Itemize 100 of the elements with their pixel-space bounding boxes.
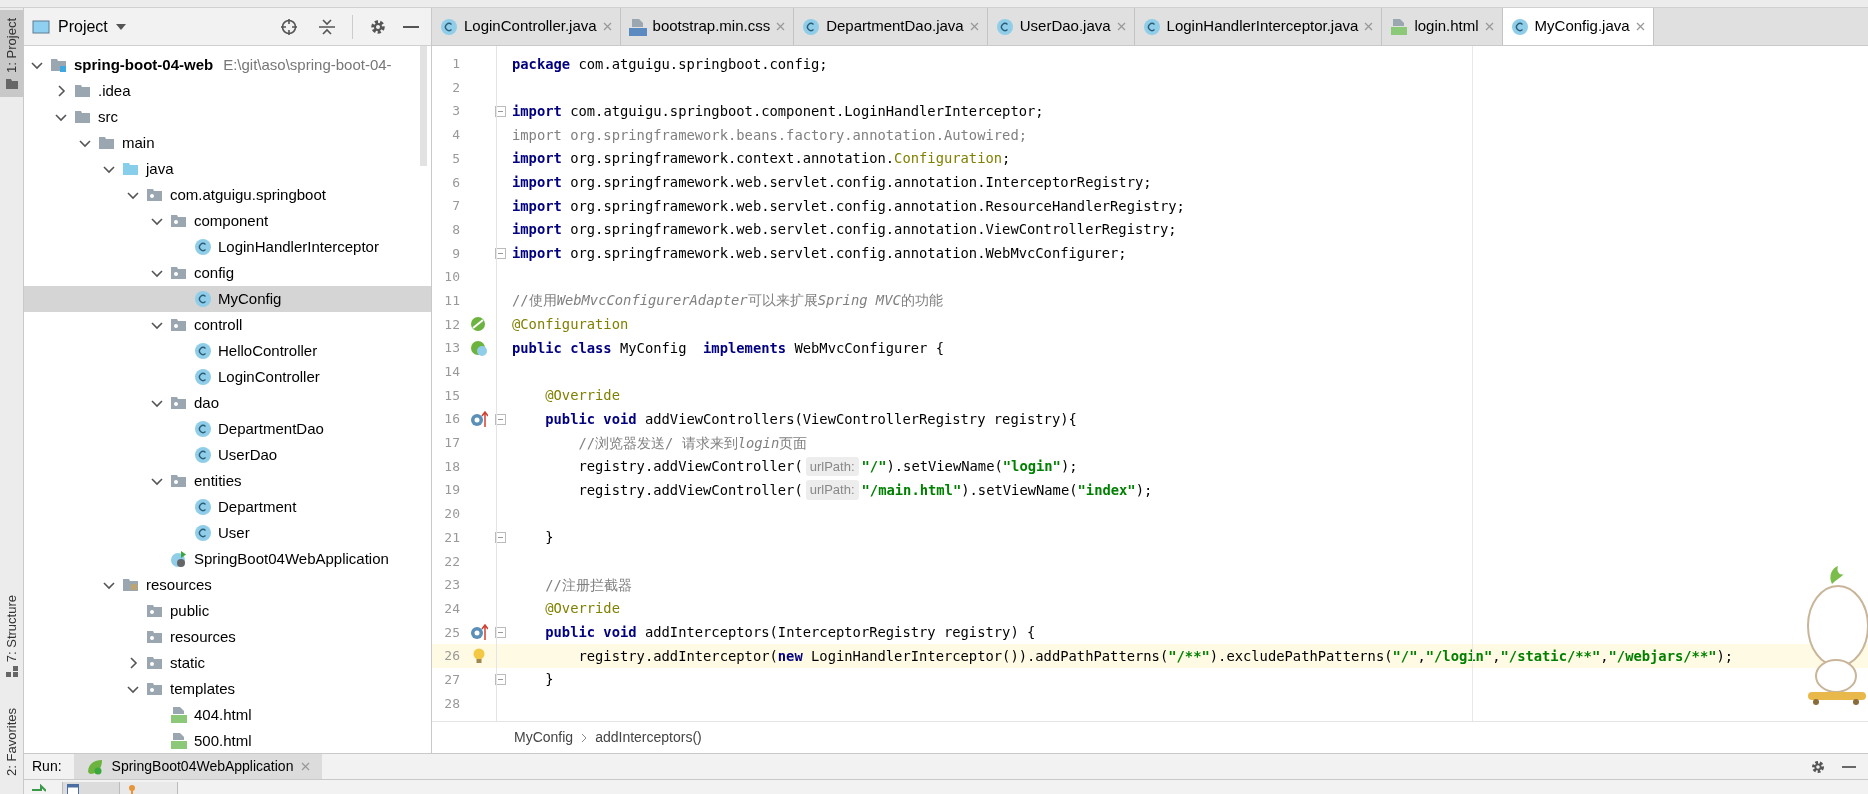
code-line: @Override (544, 599, 620, 619)
parameter-hint: urlPath: (805, 480, 859, 500)
item-label: SpringBoot04WebApplication (194, 548, 389, 569)
item-label: DepartmentDao (218, 418, 324, 439)
line-number: 26 (443, 647, 460, 666)
run-tab[interactable]: SpringBoot04WebApplication (73, 754, 323, 779)
line-number: 2 (451, 78, 460, 97)
settings-icon[interactable] (369, 17, 387, 36)
close-icon[interactable] (1635, 22, 1645, 31)
tree-item[interactable]: 404.html (24, 702, 431, 728)
tree-item[interactable]: java (24, 156, 431, 182)
fold-marker-icon[interactable] (494, 532, 506, 544)
tool-window-tab[interactable]: 1: Project (0, 10, 23, 97)
fold-marker-icon[interactable] (494, 105, 506, 117)
item-label: Department (218, 496, 297, 517)
tree-item[interactable]: SpringBoot04WebApplication (24, 546, 431, 572)
package-folder-icon (146, 186, 164, 204)
class-icon (194, 368, 212, 386)
item-label: resources (146, 574, 212, 595)
tree-item[interactable]: User (24, 520, 431, 546)
run-label: Run: (31, 757, 63, 776)
line-number: 11 (443, 291, 460, 310)
line-number: 21 (443, 528, 460, 547)
line-number: 25 (443, 623, 460, 642)
fold-marker-icon[interactable] (494, 674, 506, 686)
tree-item[interactable]: DepartmentDao (24, 416, 431, 442)
override-icon[interactable] (470, 623, 488, 642)
tree-item[interactable]: Department (24, 494, 431, 520)
tree-item[interactable]: src (24, 104, 431, 130)
code-line: public void addInterceptors(InterceptorRegistry registry) { (544, 623, 1036, 642)
tree-item[interactable]: 500.html (24, 728, 431, 753)
settings-icon[interactable] (1810, 758, 1826, 775)
item-label: config (194, 262, 235, 283)
line-number: 10 (443, 268, 460, 287)
package-folder-icon (146, 602, 164, 620)
tree-item[interactable]: main (24, 130, 431, 156)
console-tab[interactable] (62, 782, 120, 794)
code-line: @Override (544, 386, 620, 406)
tree-item[interactable]: component (24, 208, 431, 234)
code-text: "login" (1002, 457, 1061, 477)
fold-marker-icon[interactable] (494, 626, 506, 638)
rerun-icon[interactable] (32, 784, 46, 794)
tool-window-tab[interactable]: 7: Structure (0, 586, 23, 687)
item-label: HelloController (218, 340, 318, 361)
item-label: UserDao (218, 444, 278, 465)
tree-item[interactable]: resources (24, 572, 431, 598)
tool-window-tab[interactable]: 2: Favorites (0, 700, 23, 785)
tree-item[interactable]: com.atguigu.springboot (24, 182, 431, 208)
class-icon (440, 17, 458, 36)
code-text: ); (1135, 480, 1153, 500)
spring-bean-icon[interactable] (470, 339, 488, 358)
dropdown-icon[interactable] (115, 23, 126, 30)
package-folder-icon (170, 472, 188, 490)
tree-item[interactable]: LoginHandlerInterceptor (24, 234, 431, 260)
module-icon (50, 56, 68, 74)
tree-item[interactable]: MyConfig (24, 286, 431, 312)
code-text: "index" (1077, 480, 1136, 500)
code-line: registry.addInterceptor(new LoginHandlerInterceptor()).addPathPatterns("/**").excludePathPatterns("/","/login","/static/**","/webjars/**"); (577, 646, 1734, 666)
line-number: 17 (443, 434, 460, 453)
code-comment: //注册拦截器 (544, 575, 632, 595)
tree-item[interactable]: dao (24, 390, 431, 416)
line-number: 9 (451, 244, 460, 263)
package-folder-icon (170, 316, 188, 334)
code-text: "/" (861, 457, 887, 477)
line-number: 7 (451, 197, 460, 216)
item-label: public (170, 600, 210, 621)
tree-item[interactable]: static (24, 650, 431, 676)
tree-item[interactable]: config (24, 260, 431, 286)
spring-bean-icon[interactable] (470, 315, 488, 334)
fold-marker-icon[interactable] (494, 413, 506, 425)
tree-item[interactable]: entities (24, 468, 431, 494)
code-line: @Configuration (512, 315, 629, 335)
line-number: 14 (443, 363, 460, 382)
breadcrumb-item[interactable]: MyConfig (514, 727, 574, 748)
code-line: import org.springframework.web.servlet.config.annotation.ViewControllerRegistry; (512, 220, 1177, 240)
class-icon (194, 342, 212, 360)
scrollbar-thumb[interactable] (420, 46, 427, 166)
spring-app-icon (85, 757, 104, 776)
tree-item[interactable]: public (24, 598, 431, 624)
item-label: com.atguigu.springboot (170, 184, 326, 205)
tree-item[interactable]: controll (24, 312, 431, 338)
editor-tab[interactable]: MyConfig.java (1502, 8, 1654, 45)
code-text: ); (1060, 457, 1078, 477)
breadcrumb-item[interactable]: addInterceptors() (595, 727, 702, 748)
tree-item[interactable]: HelloController (24, 338, 431, 364)
structure-icon (5, 666, 18, 679)
line-number: 23 (443, 576, 460, 595)
tree-item[interactable]: spring-boot-04-web E:\git\aso\spring-boot-04- (24, 52, 431, 78)
fold-marker-icon[interactable] (494, 247, 506, 259)
override-icon[interactable] (470, 410, 488, 429)
panel-title[interactable]: Project (58, 14, 108, 39)
tree-item[interactable]: .idea (24, 78, 431, 104)
tree-item[interactable]: templates (24, 676, 431, 702)
endpoint-icon (128, 784, 136, 794)
tree-item[interactable]: LoginController (24, 364, 431, 390)
locate-icon[interactable] (280, 17, 298, 36)
tree-item[interactable]: resources (24, 624, 431, 650)
tree-item[interactable]: UserDao (24, 442, 431, 468)
collapse-icon[interactable] (318, 17, 336, 36)
line-number: 1 (451, 55, 460, 74)
